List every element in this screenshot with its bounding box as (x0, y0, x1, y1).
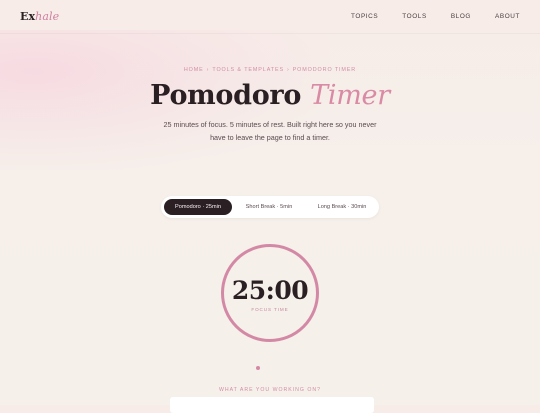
timer-mode-switcher: Pomodoro · 25min Short Break · 5min Long… (161, 196, 379, 218)
task-prompt: WHAT ARE YOU WORKING ON? (218, 387, 322, 393)
nav-topics-link[interactable]: TOPICS (351, 13, 378, 20)
logo-accent-text: hale (35, 10, 60, 23)
page-title: Pomodoro Timer (0, 80, 540, 111)
breadcrumb-tools-templates[interactable]: TOOLS & TEMPLATES (212, 67, 284, 73)
breadcrumb-current: POMODORO TIMER (292, 67, 357, 73)
subtitle-line: have to leave the page to find a timer. (210, 133, 330, 142)
breadcrumb: HOME › TOOLS & TEMPLATES › POMODORO TIMER (0, 67, 540, 73)
nav-about-link[interactable]: ABOUT (495, 13, 520, 20)
page-subtitle: 25 minutes of focus. 5 minutes of rest. … (155, 118, 385, 144)
nav-tools-link[interactable]: TOOLS (402, 13, 427, 20)
logo-main-text: Ex (20, 10, 36, 23)
mode-pomodoro-button[interactable]: Pomodoro · 25min (164, 199, 232, 215)
task-input[interactable] (170, 397, 374, 413)
title-accent: Timer (310, 80, 390, 111)
nav-blog-link[interactable]: BLOG (451, 13, 471, 20)
timer-label: FOCUS TIME (251, 307, 289, 312)
breadcrumb-separator: › (286, 67, 290, 73)
session-indicator-dot (256, 366, 260, 370)
main-nav: TOPICS TOOLS BLOG ABOUT (327, 13, 520, 20)
site-logo[interactable]: Exhale (20, 10, 59, 23)
timer-display: 25:00 (231, 276, 309, 305)
mode-long-break-button[interactable]: Long Break · 30min (306, 199, 378, 215)
breadcrumb-separator: › (206, 67, 210, 73)
top-navigation: Exhale TOPICS TOOLS BLOG ABOUT (0, 0, 540, 34)
title-main: Pomodoro (150, 80, 302, 111)
mode-short-break-button[interactable]: Short Break · 5min (235, 199, 303, 215)
subtitle-line: 25 minutes of focus. 5 minutes of rest. … (163, 120, 377, 129)
breadcrumb-home[interactable]: HOME (184, 67, 204, 73)
